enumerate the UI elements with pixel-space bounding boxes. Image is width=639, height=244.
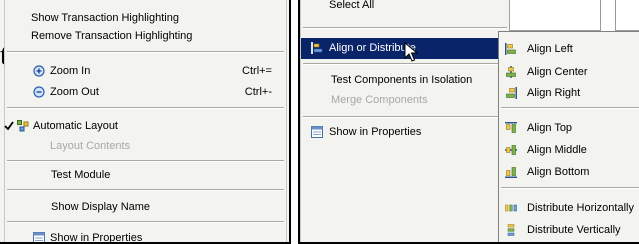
diagram-context-menu: Show Transaction Highlighting Remove Tra… — [4, 0, 287, 244]
menu-item-layout-contents: Layout Contents — [5, 137, 286, 155]
properties-icon — [311, 126, 323, 138]
menu-item-align-middle[interactable]: Align Middle — [499, 141, 639, 159]
checkmark-icon — [4, 121, 14, 131]
align-middle-icon — [505, 145, 517, 155]
shortcut-label: Ctrl+- — [244, 86, 272, 98]
menu-separator — [7, 51, 284, 53]
menu-item-label: Layout Contents — [50, 140, 131, 152]
menu-item-show-transaction-highlighting[interactable]: Show Transaction Highlighting — [5, 9, 286, 27]
menu-item-label: Show Display Name — [51, 201, 151, 213]
menu-item-distribute-vertically[interactable]: Distribute Vertically — [499, 221, 639, 239]
menu-item-align-center[interactable]: Align Center — [499, 63, 639, 81]
menu-item-show-in-properties[interactable]: Show in Properties — [301, 123, 509, 141]
align-center-icon — [506, 66, 516, 78]
component-context-menu: Select All Align or Distribute Test Comp… — [300, 0, 510, 242]
menu-item-merge-components: Merge Components — [301, 91, 509, 109]
menu-item-test-module[interactable]: Test Module — [5, 166, 286, 184]
menu-separator — [303, 27, 507, 29]
menu-item-label: Align or Distribute — [329, 42, 416, 54]
menu-item-label: Zoom In — [50, 65, 91, 77]
mouse-cursor-icon — [404, 42, 419, 62]
menu-item-automatic-layout[interactable]: Automatic Layout — [4, 117, 286, 135]
distribute-vertically-icon — [507, 224, 515, 236]
menu-item-label: Remove Transaction Highlighting — [31, 30, 193, 42]
menu-item-label: Show Transaction Highlighting — [31, 12, 179, 24]
align-left-icon — [505, 43, 516, 55]
menu-item-align-top[interactable]: Align Top — [499, 119, 639, 137]
zoom-out-icon — [33, 86, 45, 98]
menu-item-test-components-in-isolation[interactable]: Test Components in Isolation — [301, 71, 509, 89]
menu-separator — [7, 221, 284, 223]
menu-item-label: Align Left — [527, 43, 573, 55]
layout-icon — [17, 120, 29, 132]
menu-separator — [7, 160, 284, 162]
menu-item-label: Show in Properties — [329, 126, 422, 138]
menu-item-label: Distribute Horizontally — [527, 202, 634, 214]
menu-item-label: Show in Properties — [50, 232, 143, 244]
menu-item-label: Align Right — [527, 87, 581, 99]
menu-item-label: Merge Components — [331, 94, 428, 106]
shortcut-label: Ctrl+= — [242, 65, 272, 77]
menu-item-show-display-name[interactable]: Show Display Name — [5, 198, 286, 216]
properties-icon — [33, 232, 45, 242]
menu-item-distribute-horizontally[interactable]: Distribute Horizontally — [499, 199, 639, 217]
align-icon — [311, 42, 323, 54]
menu-item-label: Distribute Vertically — [527, 224, 621, 236]
menu-item-label: Test Module — [51, 169, 111, 181]
menu-separator — [7, 107, 284, 109]
menu-separator — [501, 107, 639, 109]
menu-item-align-right[interactable]: Align Right — [499, 84, 639, 102]
menu-item-label: Test Components in Isolation — [331, 74, 473, 86]
zoom-in-icon — [33, 65, 45, 77]
menu-item-label: Align Middle — [527, 144, 587, 156]
menu-separator — [303, 116, 507, 118]
distribute-horizontally-icon — [505, 204, 517, 212]
background-canvas-area — [615, 0, 639, 31]
menu-item-label: Align Top — [527, 122, 573, 134]
align-top-icon — [505, 122, 517, 133]
menu-item-align-bottom[interactable]: Align Bottom — [499, 163, 639, 181]
left-context-menu-screenshot: t Show Transaction Highlighting Remove T… — [0, 0, 291, 244]
menu-item-label: Select All — [329, 0, 375, 11]
menu-item-label: Zoom Out — [50, 86, 99, 98]
menu-item-label: Align Bottom — [527, 166, 590, 178]
right-context-menu-screenshot: Select All Align or Distribute Test Comp… — [298, 0, 639, 244]
menu-item-label: Align Center — [527, 66, 588, 78]
menu-separator — [7, 189, 284, 191]
menu-item-remove-transaction-highlighting[interactable]: Remove Transaction Highlighting — [5, 27, 286, 45]
menu-item-zoom-in[interactable]: Zoom In Ctrl+= — [5, 62, 286, 80]
menu-item-label: Automatic Layout — [33, 120, 118, 132]
menu-item-show-in-properties[interactable]: Show in Properties — [5, 229, 286, 244]
menu-item-zoom-out[interactable]: Zoom Out Ctrl+- — [5, 83, 286, 101]
menu-separator — [501, 187, 639, 189]
align-right-icon — [506, 87, 517, 99]
align-bottom-icon — [505, 167, 517, 178]
menu-item-align-left[interactable]: Align Left — [499, 40, 639, 58]
menu-separator — [303, 63, 507, 65]
align-or-distribute-submenu: Align Left Align Center Align Right Alig… — [498, 31, 639, 242]
background-canvas-area — [507, 0, 601, 31]
menu-item-select-all[interactable]: Select All — [301, 0, 509, 14]
